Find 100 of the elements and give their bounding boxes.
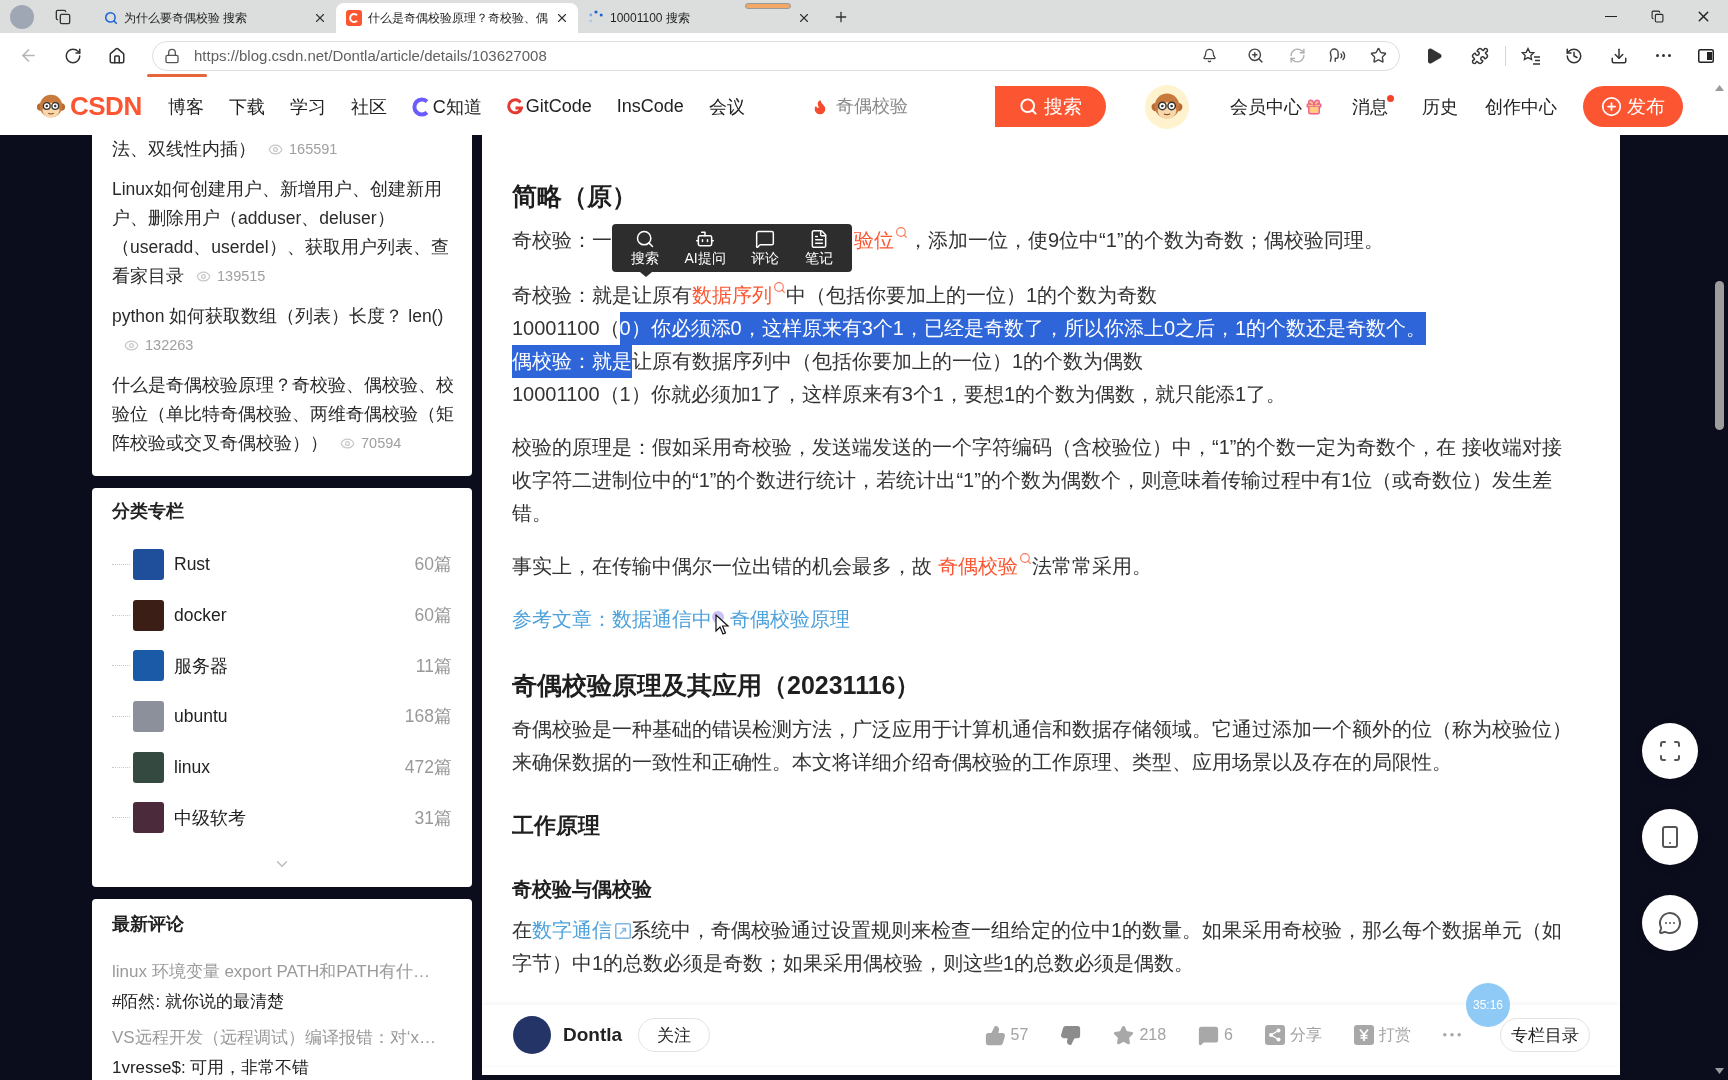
search-icon bbox=[895, 226, 908, 240]
category-link[interactable]: 服务器 bbox=[174, 653, 228, 678]
speech-icon[interactable] bbox=[1329, 47, 1346, 64]
thumbs-down-icon bbox=[1060, 1024, 1082, 1046]
body-text: 奇校验：就是让原有数据序列 中（包括你要加上的一位）1的个数为奇数 bbox=[512, 279, 1158, 312]
favorites-icon[interactable] bbox=[1521, 46, 1541, 65]
selected-text: 0）你必须添0，这样原来有3个1，已经是奇数了，所以你添上0之后，1的个数还是奇数个。 bbox=[619, 312, 1427, 345]
stacked-squares-icon[interactable] bbox=[55, 8, 71, 25]
view-count: 165591 bbox=[289, 140, 338, 159]
note-button[interactable]: 笔记 bbox=[805, 229, 834, 267]
section-heading: 奇偶校验原理及其应用（20231116） bbox=[512, 670, 921, 701]
monkey-avatar-icon[interactable] bbox=[1145, 84, 1189, 129]
author-name[interactable]: Dontla bbox=[563, 1024, 623, 1046]
body-text: 偶校验：就是让原有数据序列中（包括你要加上的一位）1的个数为偶数 bbox=[512, 345, 1144, 378]
star-icon[interactable] bbox=[1370, 47, 1387, 64]
search-button[interactable]: 搜索 bbox=[630, 229, 659, 267]
reload-icon[interactable] bbox=[64, 46, 82, 65]
column-toc-button[interactable]: 专栏目录 bbox=[1500, 1018, 1590, 1052]
tab-title: 什么是奇偶校验原理？奇校验、偶 bbox=[368, 9, 549, 27]
close-icon[interactable] bbox=[313, 11, 327, 25]
article-link[interactable]: python 如何获取数组（列表）长度？ len() 132263 bbox=[112, 302, 454, 360]
nav-link[interactable]: 社区 bbox=[350, 94, 387, 119]
section-heading: 简略（原） bbox=[512, 181, 637, 212]
more-icon[interactable] bbox=[1655, 54, 1671, 57]
address-field[interactable]: https://blog.csdn.net/Dontla/article/details/103627008 bbox=[152, 40, 1400, 71]
comment-text: #陌然: 就你说的最清楚 bbox=[112, 991, 284, 1014]
browser-tab[interactable]: 10001100 搜索 bbox=[578, 3, 820, 33]
fullscreen-button[interactable] bbox=[1642, 723, 1698, 779]
category-link[interactable]: Rust bbox=[174, 553, 210, 575]
speech-bubble-icon bbox=[755, 229, 776, 249]
nav-link[interactable]: 下载 bbox=[228, 94, 265, 119]
nav-link[interactable]: InsCode bbox=[616, 96, 684, 117]
body-text: 10001100（1）你就必须加1了，这样原来有3个1，要想1的个数为偶数，就只能添1了。 bbox=[512, 382, 1287, 407]
lock-icon bbox=[164, 47, 180, 64]
browser-tab[interactable]: 为什么要奇偶校验 搜索 bbox=[94, 3, 336, 33]
nav-link[interactable]: 创作中心 bbox=[1485, 94, 1557, 119]
nav-link[interactable]: C知道 bbox=[411, 94, 482, 119]
nav-link[interactable]: 学习 bbox=[289, 94, 326, 119]
speech-bubble-icon bbox=[1198, 1024, 1220, 1046]
sidebar-icon[interactable] bbox=[1698, 48, 1714, 63]
url-text: https://blog.csdn.net/Dontla/article/details/103627008 bbox=[194, 47, 547, 64]
article-count: 11篇 bbox=[415, 654, 452, 678]
article-link[interactable]: 什么是奇偶校验原理？奇校验、偶校验、校验位（单比特奇偶校验、两维奇偶校验（矩阵校验或交叉奇偶校验）） 70594 bbox=[112, 371, 454, 458]
ask-ai-button[interactable]: AI提问 bbox=[684, 229, 726, 267]
nav-link[interactable]: 会员中心 bbox=[1230, 94, 1323, 119]
comment-button[interactable]: 评论 bbox=[751, 229, 780, 267]
plus-circle-icon bbox=[1601, 96, 1622, 117]
puzzle-icon[interactable] bbox=[1471, 46, 1489, 65]
star-icon bbox=[1113, 1024, 1135, 1046]
bell-icon[interactable] bbox=[1201, 48, 1217, 63]
nav-link[interactable]: 博客 bbox=[167, 94, 204, 119]
section-heading: 工作原理 bbox=[512, 812, 600, 840]
article-count: 60篇 bbox=[414, 553, 452, 577]
search-icon bbox=[634, 229, 655, 249]
article-count: 60篇 bbox=[414, 604, 452, 628]
nav-link[interactable]: 会议 bbox=[708, 94, 745, 119]
category-link[interactable]: linux bbox=[174, 756, 210, 778]
more-icon bbox=[1443, 1033, 1461, 1037]
history-icon[interactable] bbox=[1565, 46, 1583, 65]
browser-tab[interactable]: 什么是奇偶校验原理？奇校验、偶 bbox=[336, 3, 578, 33]
loading-line-icon bbox=[147, 74, 207, 77]
scrollbar-thumb[interactable] bbox=[1714, 281, 1724, 430]
eye-icon bbox=[196, 269, 211, 284]
pill-indicator-icon bbox=[745, 3, 791, 9]
author-avatar[interactable] bbox=[513, 1016, 551, 1054]
download-icon[interactable] bbox=[1610, 46, 1628, 65]
category-link[interactable]: docker bbox=[174, 604, 227, 626]
restore-icon bbox=[1650, 10, 1664, 23]
nav-link[interactable]: GitCode bbox=[506, 96, 592, 117]
eye-icon bbox=[340, 436, 355, 451]
favicon-icon bbox=[346, 10, 362, 26]
nav-link[interactable]: 历史 bbox=[1422, 94, 1458, 119]
article-link[interactable]: Linux如何创建用户、新增用户、创建新用户、删除用户（adduser、deluser）（useradd、userdel）、获取用户列表、查看家目录 139515 bbox=[112, 175, 454, 291]
view-count: 139515 bbox=[217, 267, 266, 286]
category-link[interactable]: ubuntu bbox=[174, 705, 228, 727]
chat-button[interactable] bbox=[1642, 895, 1698, 951]
mobile-view-button[interactable] bbox=[1642, 809, 1698, 865]
article-link[interactable]: 法、双线性内插） 165591 bbox=[112, 135, 454, 164]
view-count: 132263 bbox=[145, 336, 194, 355]
close-icon[interactable] bbox=[555, 11, 569, 25]
zoom-in-icon[interactable] bbox=[1246, 47, 1264, 64]
follow-button[interactable]: 关注 bbox=[638, 1018, 711, 1052]
home-icon[interactable] bbox=[108, 46, 126, 65]
caret-up-icon[interactable] bbox=[1714, 85, 1724, 91]
view-count: 70594 bbox=[361, 434, 402, 453]
gift-icon bbox=[1305, 97, 1323, 116]
dislike-button[interactable] bbox=[1060, 1024, 1082, 1046]
scan-corners-icon bbox=[1658, 739, 1682, 763]
card-title: 最新评论 bbox=[112, 913, 184, 937]
minimize-icon bbox=[1605, 15, 1617, 18]
nav-link[interactable]: 消息 bbox=[1352, 94, 1394, 119]
caret-down-icon[interactable] bbox=[1714, 1068, 1724, 1074]
close-icon[interactable] bbox=[797, 11, 811, 25]
search-field[interactable]: 奇偶校验 bbox=[827, 86, 995, 127]
speech-bubble-icon bbox=[1658, 911, 1682, 935]
play-icon[interactable] bbox=[1425, 46, 1443, 65]
mouse-cursor-icon bbox=[712, 610, 730, 636]
eye-icon bbox=[268, 142, 283, 157]
category-link[interactable]: 中级软考 bbox=[174, 805, 246, 830]
body-text: 校验的原理是：假如采用奇校验，发送端发送的一个字符编码（含校验位）中，“1”的个数一定为奇数个，在 接收端对接收字符二进制位中的“1”的个数进行统计，若统计出“1”的个数为偶数个，则意味着传输过程中有1位（或奇数位）发生差错。 bbox=[512, 435, 1563, 526]
